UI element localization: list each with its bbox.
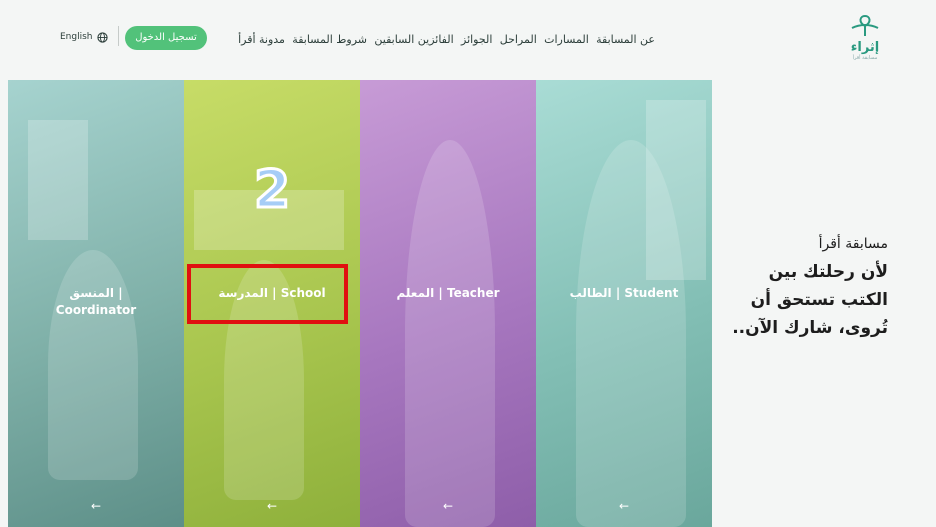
logo-subtext: مسابقة أقرأ bbox=[852, 55, 878, 61]
annotation-highlight-box bbox=[187, 264, 348, 324]
arrow-left-icon[interactable]: ← bbox=[267, 499, 277, 513]
arrow-left-icon[interactable]: ← bbox=[619, 499, 629, 513]
annotation-number: 2 bbox=[252, 159, 291, 222]
panel-label-coordinator-en: Coordinator bbox=[55, 303, 137, 317]
panel-student[interactable]: الطالب | Student ← bbox=[536, 80, 712, 527]
teacher-photo bbox=[405, 140, 495, 527]
logo-mark-icon bbox=[851, 14, 879, 36]
arrow-left-icon[interactable]: ← bbox=[91, 499, 101, 513]
student-boy-photo bbox=[576, 140, 686, 527]
language-label: English bbox=[60, 32, 93, 42]
nav-item-terms[interactable]: شروط المسابقة bbox=[292, 33, 367, 46]
hero-line-1: لأن رحلتك بين bbox=[768, 262, 888, 282]
panel-label-teacher: المعلم | Teacher bbox=[396, 286, 500, 300]
hero-subtitle: مسابقة أقرأ bbox=[818, 236, 888, 252]
nav-item-prizes[interactable]: الجوائز bbox=[461, 33, 492, 46]
language-switch[interactable]: English bbox=[60, 28, 108, 46]
panel-label-coordinator: المنسق | Coordinator bbox=[8, 285, 184, 319]
nav-item-about[interactable]: عن المسابقة bbox=[596, 33, 655, 46]
logo-text: إثراء bbox=[850, 40, 880, 55]
bookshelf-image bbox=[28, 120, 88, 240]
hero-line-2: الكتب تستحق أن bbox=[750, 290, 888, 310]
main-nav: عن المسابقة المسارات المراحل الجوائز الف… bbox=[238, 29, 655, 49]
nav-item-previous-winners[interactable]: الفائزين السابقين bbox=[374, 33, 453, 46]
panel-teacher[interactable]: المعلم | Teacher ← bbox=[360, 80, 536, 527]
hero-line-3: تُروى، شارك الآن.. bbox=[732, 318, 888, 338]
login-button[interactable]: تسجيل الدخول bbox=[125, 26, 207, 50]
panel-label-student: الطالب | Student bbox=[569, 286, 679, 300]
arrow-left-icon[interactable]: ← bbox=[443, 499, 453, 513]
globe-icon bbox=[96, 31, 108, 43]
panel-coordinator[interactable]: المنسق | Coordinator ← bbox=[8, 80, 184, 527]
panel-label-coordinator-ar: المنسق | bbox=[69, 286, 123, 300]
header-divider bbox=[118, 26, 119, 46]
ithra-logo[interactable]: إثراء مسابقة أقرأ bbox=[844, 14, 886, 72]
site-header: إثراء مسابقة أقرأ عن المسابقة المسارات ا… bbox=[0, 0, 936, 80]
nav-item-tracks[interactable]: المسارات bbox=[544, 33, 589, 46]
nav-item-stages[interactable]: المراحل bbox=[500, 33, 537, 46]
hero-text: مسابقة أقرأ لأن رحلتك بين الكتب تستحق أن… bbox=[718, 236, 888, 342]
nav-item-blog[interactable]: مدونة أقرأ bbox=[238, 33, 285, 46]
track-panels: المنسق | Coordinator ← المدرسة | School … bbox=[8, 80, 712, 527]
